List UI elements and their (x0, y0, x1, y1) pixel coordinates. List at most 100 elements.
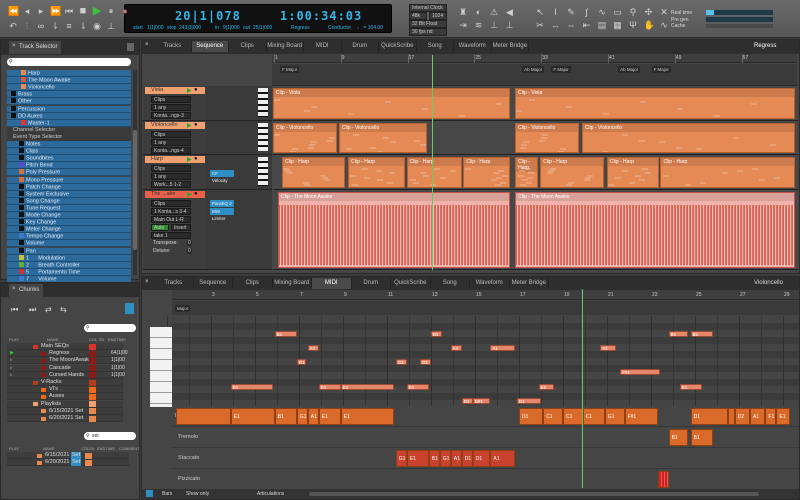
event-type-item[interactable]: Clips (7, 148, 131, 156)
rewind-icon[interactable]: ⏪ (8, 6, 19, 16)
play-icon[interactable]: ▹ (10, 372, 13, 379)
event-type-selector-header[interactable]: Event Type Selector (7, 133, 131, 141)
bars-counter[interactable]: 20|1|078 (175, 9, 241, 23)
key-change-marker[interactable]: F Major (551, 66, 571, 73)
midi-note[interactable]: E1 (679, 384, 702, 390)
zoom-tool-icon[interactable]: ⚲ (628, 7, 638, 17)
articulation-note[interactable]: A1 (450, 450, 462, 467)
chunk-row[interactable]: 6/15/2021 Set (7, 407, 123, 415)
tab-clips[interactable]: Clips (233, 278, 273, 289)
bit-depth-select[interactable]: 32 Bit Float (409, 20, 447, 28)
piano-keyboard[interactable] (150, 327, 172, 407)
tab-song[interactable]: Song (417, 41, 454, 52)
midi-note[interactable]: G1 (420, 359, 431, 365)
pointer-tool-icon[interactable]: ↖ (535, 7, 545, 17)
midi-note[interactable]: E1 (230, 384, 273, 390)
horizontal-scrollbar[interactable] (309, 492, 759, 496)
pencil-tool-icon[interactable]: ✎ (566, 7, 576, 17)
key-change-marker[interactable]: Ab Major (618, 66, 641, 73)
articulation-note[interactable]: C1 (563, 408, 583, 425)
articulation-note[interactable]: F1 (765, 408, 777, 425)
articulation-note[interactable] (728, 408, 735, 425)
clip[interactable]: Clip - Violoncello (515, 123, 580, 153)
tuner-icon[interactable]: ◐ (474, 7, 484, 17)
tab-mixing-board[interactable]: Mixing Board (267, 41, 304, 52)
midi-note[interactable]: B1 (668, 331, 689, 337)
chunk-color[interactable] (89, 393, 96, 400)
reshape-tool-icon[interactable]: ʃ (582, 7, 592, 17)
play-icon[interactable]: ▶ (92, 6, 102, 17)
tab-clips[interactable]: Clips (229, 41, 267, 52)
scrub-tool-icon[interactable]: ✣ (644, 7, 654, 17)
punch-icon[interactable]: ⫶ (22, 21, 32, 31)
midi-note[interactable]: A1 (600, 345, 616, 351)
event-type-item[interactable]: Patch Change (7, 183, 131, 191)
key-marker[interactable]: Major (175, 305, 191, 312)
event-type-item[interactable]: Tune Request (7, 204, 131, 212)
record-icon[interactable]: ● (194, 156, 198, 162)
clip[interactable]: Clip - Viola (273, 88, 511, 119)
record-icon[interactable]: ● (194, 87, 198, 93)
clip[interactable]: Clip - Harp (607, 157, 659, 188)
track-selector-item[interactable]: DD Auxes (7, 112, 131, 120)
memory-cycle-icon[interactable]: ⇂ (50, 21, 60, 31)
articulation-note[interactable]: E1 (776, 408, 790, 425)
articulation-note[interactable]: C1 (582, 408, 605, 425)
channel-selector-header[interactable]: Channel Selector (7, 126, 131, 134)
articulation-note[interactable]: D1 (519, 408, 544, 425)
show-only-select[interactable]: Show only (186, 491, 209, 497)
play-icon[interactable]: ▶ (187, 122, 192, 129)
articulation-note[interactable]: D1 (472, 450, 491, 467)
key-change-marker[interactable]: F Major (651, 66, 671, 73)
clip[interactable]: Clip - Harp (660, 157, 795, 188)
articulation-note[interactable]: A1 (307, 408, 319, 425)
close-icon[interactable]: × (145, 279, 149, 285)
articulation-lanes[interactable]: LegatoE1B1G1A1E1E1D1C1C1C1G1F#1D1D2A1F1E… (172, 406, 799, 490)
track-field-select[interactable]: 1 any (151, 104, 191, 111)
close-icon[interactable]: ✕ (659, 7, 669, 17)
midi-note[interactable]: B1 (274, 331, 297, 337)
track-field-select[interactable]: Clips (151, 96, 191, 103)
loop-icon[interactable]: ∞ (36, 21, 46, 31)
overdub-icon[interactable]: ≡ (64, 21, 74, 31)
track-field-select[interactable]: take 1 (151, 232, 191, 239)
chunk-filter-input[interactable]: ⚲ set (84, 432, 136, 440)
menu-icon[interactable] (127, 43, 134, 51)
play-icon[interactable]: ▶ (187, 87, 192, 94)
play-icon[interactable]: ▶ (187, 191, 192, 198)
pause-icon[interactable]: ⏸ (106, 6, 116, 16)
insert-plugin[interactable]: CF Velocity (210, 170, 234, 183)
track-field-select[interactable]: 1 any (151, 173, 191, 180)
tab-drum[interactable]: Drum (352, 278, 391, 289)
articulation-note[interactable]: G1 (439, 450, 451, 467)
stretch-icon[interactable]: ▤ (597, 20, 607, 30)
chunk-row[interactable]: Main SEQs (7, 343, 123, 350)
articulation-note[interactable]: G1 (395, 450, 407, 467)
track-field-select[interactable]: Clips (151, 200, 191, 207)
track-field-select[interactable]: 1 any (151, 139, 191, 146)
event-type-item[interactable]: 5 Portamento Time (7, 268, 131, 276)
record-input-icon[interactable]: ⇥ (458, 20, 468, 30)
event-type-item[interactable]: Pitch Bend (7, 162, 131, 170)
articulation-note[interactable]: C1 (543, 408, 563, 425)
hand-icon[interactable]: ✋ (644, 20, 655, 30)
marker-tool-icon[interactable]: ▭ (613, 7, 623, 17)
countoff-icon[interactable]: ⊥ (106, 21, 116, 31)
articulation-note[interactable] (657, 471, 669, 488)
articulation-note[interactable]: A1 (490, 450, 515, 467)
tab-sequence[interactable]: Sequence (191, 41, 229, 52)
chunk-row[interactable]: ▶ Regress 64|1|00 (7, 350, 128, 358)
clip[interactable]: Clip - The Moon Awake (515, 192, 795, 268)
articulation-note[interactable]: D1 (690, 408, 728, 425)
track-selector-item[interactable]: Master-1 (7, 119, 131, 127)
tab-waveform[interactable]: Waveform (454, 41, 492, 52)
chunk-row[interactable]: ▹ Cascade 1|1|00 (7, 364, 125, 372)
chunk-color[interactable] (89, 343, 96, 350)
chunk-color[interactable] (89, 350, 96, 357)
insert-plugin[interactable]: ParaEQ 2 (210, 200, 234, 207)
trim-icon[interactable]: ⇤ (582, 20, 592, 30)
articulation-note[interactable]: G1 (296, 408, 308, 425)
click-icon[interactable]: ◉ (92, 21, 102, 31)
chunk-color[interactable] (89, 408, 96, 415)
event-type-item[interactable]: Volume (7, 240, 131, 248)
